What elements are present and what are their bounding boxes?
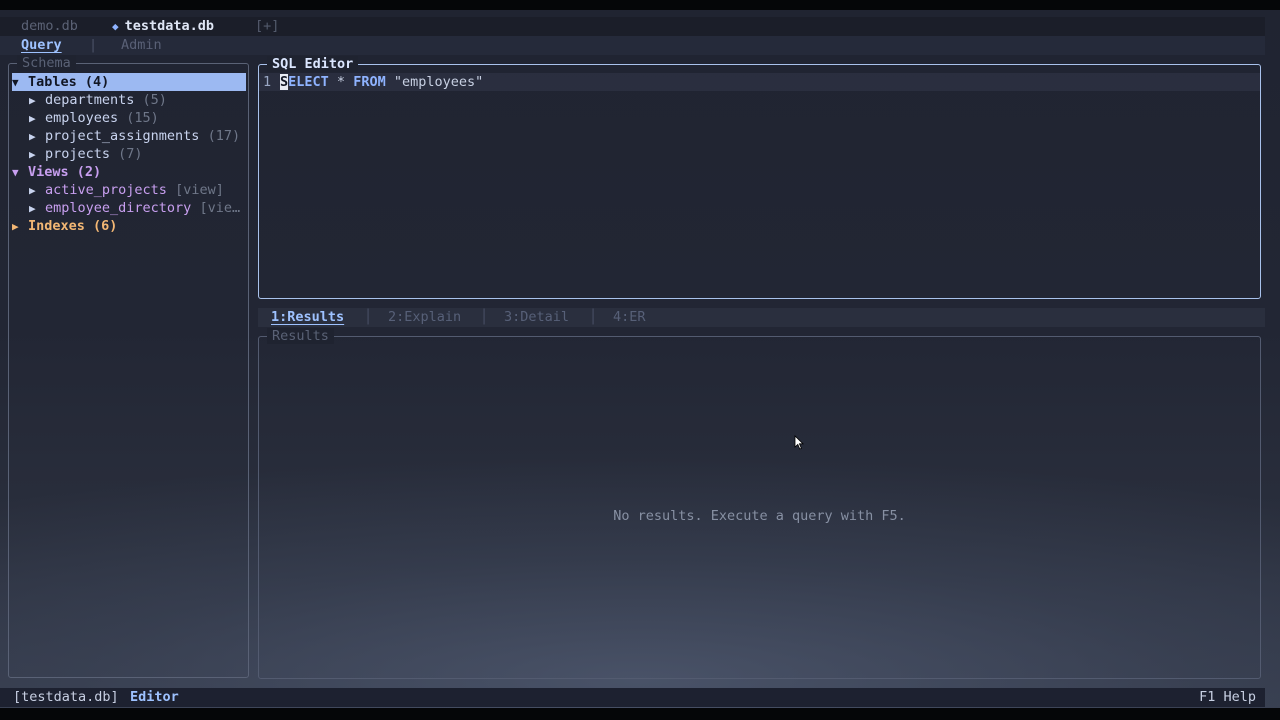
file-tab-bar: demo.db ◆ testdata.db [+] <box>0 17 1265 36</box>
new-tab-button[interactable]: [+] <box>255 17 279 36</box>
text-cursor: S <box>280 74 289 90</box>
tab-detail[interactable]: 3:Detail <box>504 308 569 327</box>
table-name: projects <box>45 146 111 162</box>
row-count: (7) <box>118 146 143 162</box>
tree-item-table[interactable]: ▶ employees (15) <box>29 109 159 127</box>
tree-group-label: Views (2) <box>28 164 102 180</box>
star-operator: * <box>336 74 346 90</box>
tree-group-label: Tables (4) <box>28 74 110 90</box>
editor-title: SQL Editor <box>267 56 359 72</box>
tree-group-tables[interactable]: ▼ Tables (4) <box>12 73 246 91</box>
keyword-select: ELECT <box>288 74 329 90</box>
row-count: (5) <box>142 92 167 108</box>
tab-separator: │ <box>364 309 373 325</box>
line-number: 1 <box>263 74 272 90</box>
file-tab-testdata[interactable]: ◆ testdata.db <box>112 17 214 36</box>
sql-editor[interactable]: SQL Editor 1 SELECT * FROM "employees" <box>258 56 1261 299</box>
triangle-right-icon: ▶ <box>29 148 36 161</box>
diamond-icon: ◆ <box>112 20 119 33</box>
triangle-right-icon: ▶ <box>29 202 36 215</box>
status-database: [testdata.db] <box>13 689 119 705</box>
query-text: SELECT * FROM "employees" <box>280 73 483 91</box>
tab-er[interactable]: 4:ER <box>613 308 646 327</box>
view-tag: [view] <box>175 182 224 198</box>
triangle-right-icon: ▶ <box>29 112 36 125</box>
mode-tab-bar: Query | Admin <box>0 36 1265 55</box>
view-name: employee_directory <box>45 200 192 216</box>
schema-panel: Schema ▼ Tables (4) ▶ departments (5) ▶ emp… <box>8 55 249 678</box>
tab-query[interactable]: Query <box>21 36 62 55</box>
bottom-letterbox <box>0 708 1280 720</box>
triangle-right-icon: ▶ <box>29 94 36 107</box>
table-identifier: "employees" <box>393 74 484 90</box>
triangle-down-icon: ▼ <box>12 166 19 179</box>
view-tag: [vie… <box>199 200 241 216</box>
table-name: departments <box>45 92 135 108</box>
result-tab-bar: 1:Results │ 2:Explain │ 3:Detail │ 4:ER <box>258 308 1265 327</box>
editor-line[interactable]: 1 SELECT * FROM "employees" <box>259 73 1260 91</box>
file-tab-demo[interactable]: demo.db <box>21 17 78 36</box>
tree-item-view[interactable]: ▶ employee_directory [vie… <box>29 199 240 217</box>
tree-item-table[interactable]: ▶ project_assignments (17) <box>29 127 240 145</box>
tab-separator: │ <box>480 309 489 325</box>
keyword-from: FROM <box>353 74 386 90</box>
table-name: employees <box>45 110 119 126</box>
help-hint[interactable]: F1 Help <box>1199 688 1256 707</box>
row-count: (17) <box>207 128 241 144</box>
results-title: Results <box>267 328 334 344</box>
status-mode: Editor <box>130 689 179 705</box>
mouse-pointer-icon <box>794 435 804 450</box>
row-count: (15) <box>126 110 159 126</box>
triangle-right-icon: ▶ <box>29 130 36 143</box>
tab-explain[interactable]: 2:Explain <box>388 308 461 327</box>
tab-separator: │ <box>589 309 598 325</box>
tree-item-table[interactable]: ▶ projects (7) <box>29 145 143 163</box>
triangle-right-icon: ▶ <box>12 220 19 233</box>
file-tab-label: testdata.db <box>124 18 215 34</box>
results-panel: Results No results. Execute a query with… <box>258 328 1261 679</box>
tree-item-table[interactable]: ▶ departments (5) <box>29 91 167 109</box>
schema-title: Schema <box>17 55 76 71</box>
table-name: project_assignments <box>45 128 200 144</box>
top-letterbox <box>0 0 1280 10</box>
tree-group-views[interactable]: ▼ Views (2) <box>12 163 101 181</box>
triangle-down-icon: ▼ <box>12 76 19 89</box>
status-bar: [testdata.db] Editor F1 Help <box>0 688 1265 707</box>
tree-group-indexes[interactable]: ▶ Indexes (6) <box>12 217 117 235</box>
triangle-right-icon: ▶ <box>29 184 36 197</box>
view-name: active_projects <box>45 182 167 198</box>
tab-results[interactable]: 1:Results <box>271 308 344 327</box>
empty-results-message: No results. Execute a query with F5. <box>613 508 906 524</box>
tab-separator: | <box>89 37 98 53</box>
tree-item-view[interactable]: ▶ active_projects [view] <box>29 181 224 199</box>
tab-admin[interactable]: Admin <box>121 36 162 55</box>
tree-group-label: Indexes (6) <box>28 218 118 234</box>
